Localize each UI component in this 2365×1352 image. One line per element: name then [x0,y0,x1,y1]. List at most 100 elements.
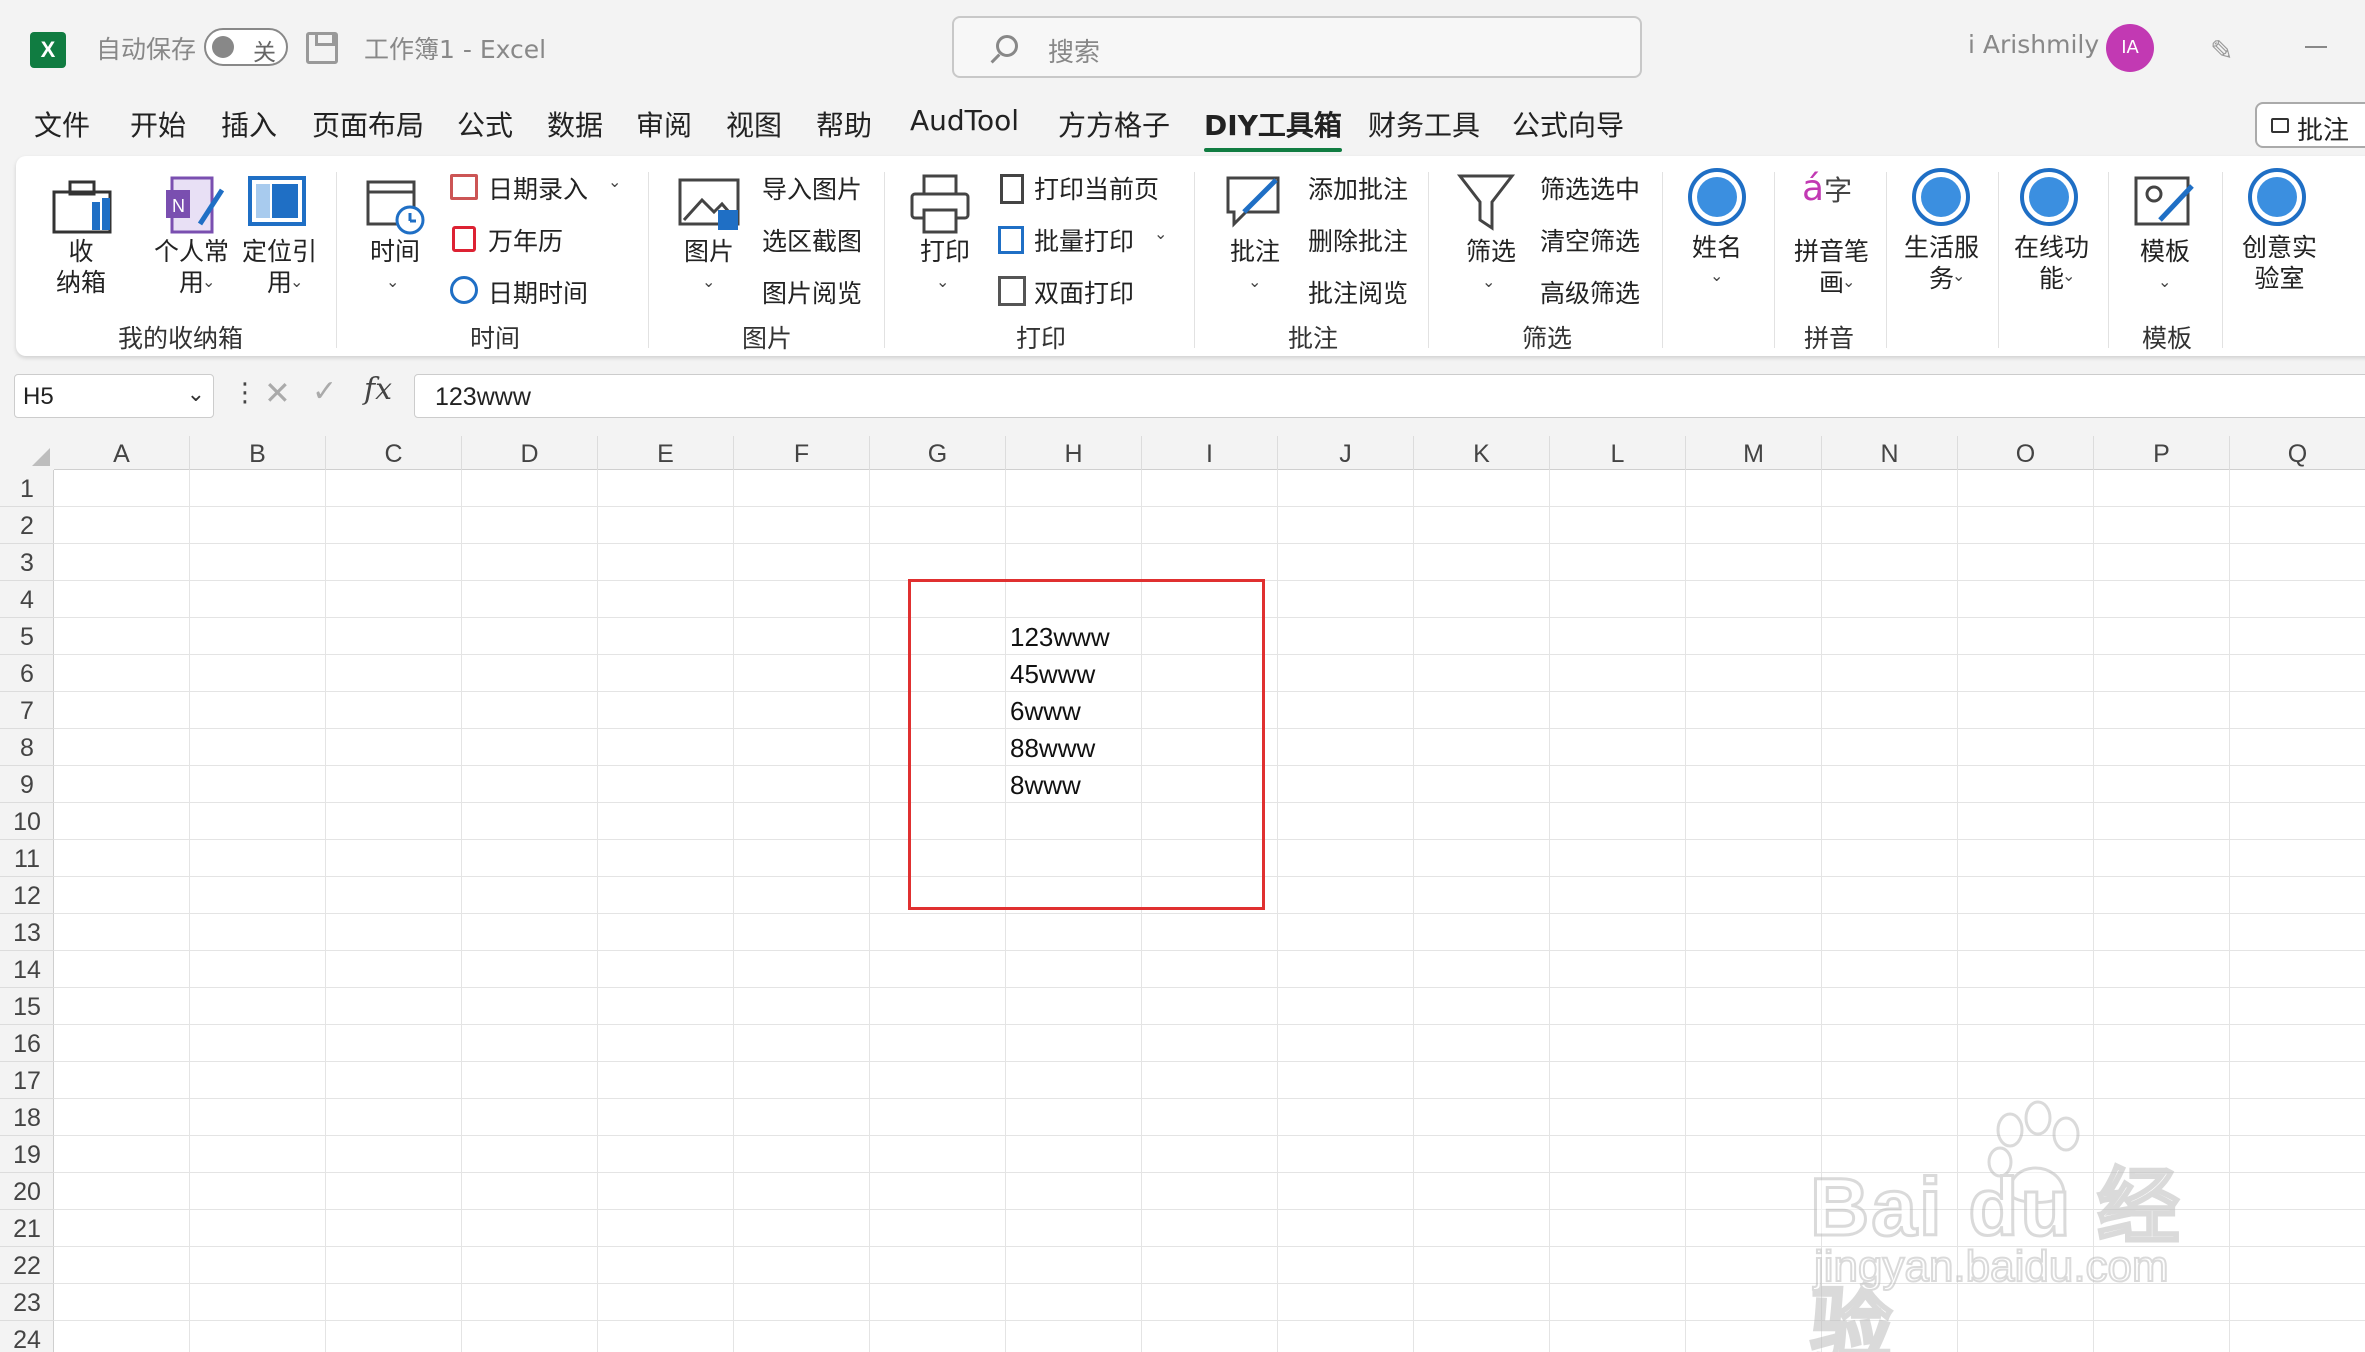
column-header-n[interactable]: N [1822,436,1958,470]
region-screenshot-button[interactable]: 选区截图 [762,222,862,258]
date-entry-button[interactable]: 日期录入 [488,170,588,206]
advanced-filter-button[interactable]: 高级筛选 [1540,274,1640,310]
tab-file[interactable]: 文件 [34,104,90,144]
clear-filter-button[interactable]: 清空筛选 [1540,222,1640,258]
row-header[interactable]: 5 [0,618,54,655]
row-header[interactable]: 6 [0,655,54,692]
row-header[interactable]: 11 [0,840,54,877]
column-header-j[interactable]: J [1278,436,1414,470]
row-header[interactable]: 13 [0,914,54,951]
row-header[interactable]: 14 [0,951,54,988]
template-button[interactable]: 模板 [2140,236,2190,267]
column-header-e[interactable]: E [598,436,734,470]
column-header-c[interactable]: C [326,436,462,470]
tab-insert[interactable]: 插入 [221,104,277,144]
column-header-h[interactable]: H [1006,436,1142,470]
autosave-toggle[interactable]: 关 [204,28,288,66]
delete-comment-button[interactable]: 删除批注 [1308,222,1408,258]
filter-selected-button[interactable]: 筛选选中 [1540,170,1640,206]
comments-button[interactable]: 批注 [2255,102,2365,148]
row-header[interactable]: 3 [0,544,54,581]
import-picture-button[interactable]: 导入图片 [762,170,862,206]
column-header-o[interactable]: O [1958,436,2094,470]
row-header[interactable]: 1 [0,470,54,507]
row-header[interactable]: 21 [0,1210,54,1247]
column-header-a[interactable]: A [54,436,190,470]
print-button[interactable]: 打印 [920,236,970,267]
picture-viewer-button[interactable]: 图片阅览 [762,274,862,310]
row-header[interactable]: 24 [0,1321,54,1352]
cancel-icon[interactable]: ✕ [264,374,291,412]
row-header[interactable]: 2 [0,507,54,544]
row-header[interactable]: 9 [0,766,54,803]
minimize-icon[interactable] [2305,46,2327,48]
select-all-corner[interactable] [0,436,54,470]
row-header[interactable]: 12 [0,877,54,914]
row-header[interactable]: 8 [0,729,54,766]
column-header-i[interactable]: I [1142,436,1278,470]
tab-fangfanggezi[interactable]: 方方格子 [1058,104,1170,144]
chevron-down-icon: ⌄ [2290,266,2304,285]
tab-home[interactable]: 开始 [130,104,186,144]
time-button[interactable]: 时间 [370,236,420,267]
save-icon[interactable] [306,32,338,64]
locate-reference-button[interactable]: 定位引 用 [242,236,317,298]
row-header[interactable]: 20 [0,1173,54,1210]
column-header-p[interactable]: P [2094,436,2230,470]
tab-data[interactable]: 数据 [547,104,603,144]
creative-lab-button[interactable]: 创意实 验室 [2242,232,2317,294]
row-header[interactable]: 19 [0,1136,54,1173]
tab-help[interactable]: 帮助 [816,104,872,144]
tab-view[interactable]: 视图 [726,104,782,144]
formula-input[interactable]: 123www [414,374,2365,418]
column-header-k[interactable]: K [1414,436,1550,470]
storage-box-button[interactable]: 收 纳箱 [56,236,106,298]
picture-button[interactable]: 图片 [684,236,734,267]
column-header-q[interactable]: Q [2230,436,2365,470]
row-header[interactable]: 15 [0,988,54,1025]
row-header[interactable]: 18 [0,1099,54,1136]
add-comment-button[interactable]: 添加批注 [1308,170,1408,206]
row-header[interactable]: 16 [0,1025,54,1062]
row-header[interactable]: 17 [0,1062,54,1099]
search-box[interactable]: 搜索 [952,16,1642,78]
batch-print-button[interactable]: 批量打印 [1034,222,1134,258]
column-header-l[interactable]: L [1550,436,1686,470]
more-options-icon[interactable]: ⋮ [232,378,258,408]
tab-finance-tools[interactable]: 财务工具 [1368,104,1480,144]
personal-common-button[interactable]: 个人常 用 [154,236,229,298]
column-header-b[interactable]: B [190,436,326,470]
row-header[interactable]: 7 [0,692,54,729]
row-header[interactable]: 23 [0,1284,54,1321]
filter-button[interactable]: 筛选 [1466,236,1516,267]
row-header[interactable]: 4 [0,581,54,618]
column-header-f[interactable]: F [734,436,870,470]
perpetual-calendar-button[interactable]: 万年历 [488,222,563,258]
designer-pen-icon[interactable]: ✎ [2210,34,2233,67]
datetime-button[interactable]: 日期时间 [488,274,588,310]
online-features-button[interactable]: 在线功 能 [2014,232,2089,294]
chevron-down-icon[interactable]: ⌄ [187,381,205,407]
row-header[interactable]: 22 [0,1247,54,1284]
name-box[interactable]: H5 ⌄ [14,374,214,418]
duplex-print-button[interactable]: 双面打印 [1034,274,1134,310]
column-header-d[interactable]: D [462,436,598,470]
view-comments-button[interactable]: 批注阅览 [1308,274,1408,310]
avatar[interactable]: IA [2106,24,2154,72]
tab-page-layout[interactable]: 页面布局 [312,104,424,144]
column-header-m[interactable]: M [1686,436,1822,470]
life-services-button[interactable]: 生活服 务 [1904,232,1979,294]
tab-formulas[interactable]: 公式 [457,104,513,144]
insert-function-icon[interactable]: fx [364,372,392,407]
name-button[interactable]: 姓名 [1692,232,1742,263]
tab-review[interactable]: 审阅 [636,104,692,144]
comment-button[interactable]: 批注 [1230,236,1280,267]
pinyin-strokes-button[interactable]: 拼音笔 画 [1794,236,1869,298]
confirm-check-icon[interactable]: ✓ [312,374,337,409]
tab-diy-toolbox[interactable]: DIY工具箱 [1204,104,1342,152]
tab-formula-wizard[interactable]: 公式向导 [1512,104,1624,144]
row-header[interactable]: 10 [0,803,54,840]
column-header-g[interactable]: G [870,436,1006,470]
print-current-page-button[interactable]: 打印当前页 [1034,170,1159,206]
tab-audtool[interactable]: AudTool [910,104,1019,137]
